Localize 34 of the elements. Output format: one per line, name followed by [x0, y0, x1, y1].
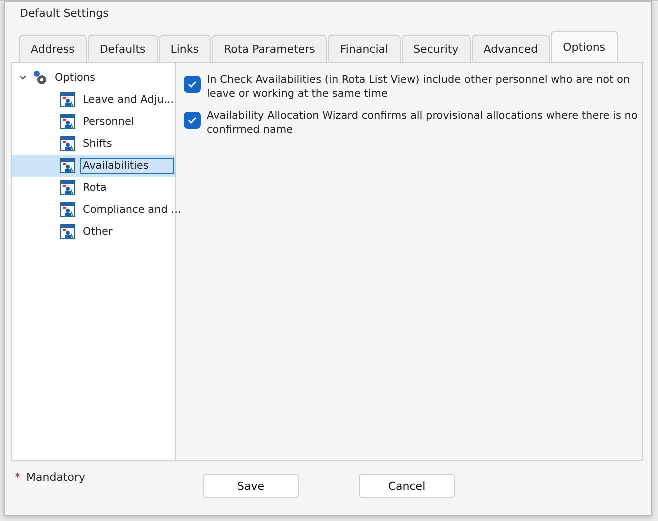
personnel-icon: [60, 224, 76, 240]
tab[interactable]: Security: [402, 35, 471, 62]
checkbox[interactable]: [184, 112, 201, 129]
cancel-button[interactable]: Cancel: [359, 474, 455, 498]
tree-item[interactable]: Shifts: [80, 136, 116, 152]
tab[interactable]: Options: [551, 31, 618, 62]
checkmark-icon: [187, 115, 198, 126]
personnel-icon: [60, 180, 76, 196]
checkbox[interactable]: [184, 76, 201, 93]
mandatory-label: Mandatory: [26, 471, 86, 484]
tab[interactable]: Links: [158, 35, 212, 62]
tree-item[interactable]: Other: [80, 224, 116, 240]
personnel-icon: [60, 114, 76, 130]
option-label: Availability Allocation Wizard confirms all provisional allocations where there is no confirmed name: [207, 109, 639, 137]
tree-item[interactable]: Compliance and ...: [80, 202, 184, 218]
personnel-icon: [60, 158, 76, 174]
personnel-icon: [60, 136, 76, 152]
tab[interactable]: Financial: [328, 35, 401, 62]
tab[interactable]: Advanced: [472, 35, 550, 62]
personnel-icon: [60, 92, 76, 108]
save-button[interactable]: Save: [203, 474, 299, 498]
personnel-icon: [60, 202, 76, 218]
required-asterisk: *: [15, 471, 20, 484]
tree-item[interactable]: Personnel: [80, 114, 138, 130]
tab[interactable]: Rota Parameters: [212, 35, 328, 62]
window-title: Default Settings: [19, 6, 110, 22]
tree-item[interactable]: Availabilities: [80, 158, 174, 174]
tab[interactable]: Address: [19, 35, 87, 62]
tree-item[interactable]: Rota: [80, 180, 110, 196]
checkmark-icon: [187, 79, 198, 90]
tab[interactable]: Defaults: [88, 35, 158, 62]
option-label: In Check Availabilities (in Rota List View) include other personnel who are not on leave or working at the same time: [207, 73, 632, 101]
tree-item[interactable]: Leave and Adju...: [80, 92, 177, 108]
tree-item[interactable]: Options: [52, 70, 99, 86]
